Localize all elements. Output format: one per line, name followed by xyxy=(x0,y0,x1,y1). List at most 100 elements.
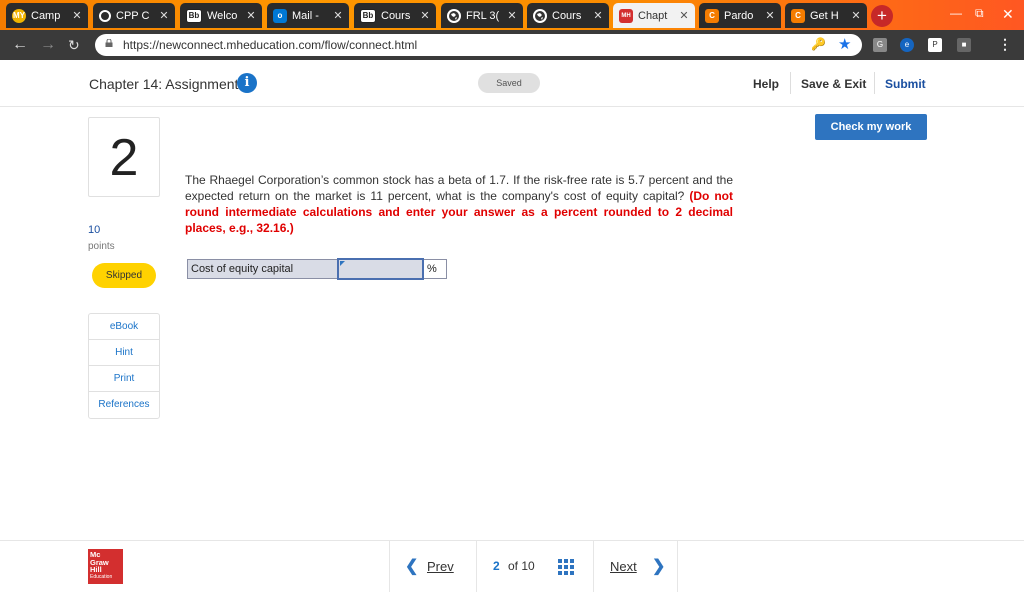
answer-row: Cost of equity capital % xyxy=(187,258,447,280)
divider xyxy=(389,541,390,592)
assignment-header: Chapter 14: Assignment i Saved Help Save… xyxy=(0,60,1024,107)
current-page: 2 xyxy=(493,559,500,573)
mycampus-icon: MY xyxy=(12,8,26,23)
submit-link[interactable]: Submit xyxy=(885,77,926,91)
help-link[interactable]: Help xyxy=(753,77,779,91)
question-grid-icon[interactable] xyxy=(558,559,574,575)
input-flag-icon xyxy=(340,261,345,266)
outlook-icon: o xyxy=(273,8,287,23)
browser-tab-course-2[interactable]: Cours ✕ xyxy=(527,3,609,28)
close-tab-icon[interactable]: ✕ xyxy=(679,9,689,22)
close-tab-icon[interactable]: ✕ xyxy=(246,9,256,22)
divider xyxy=(790,72,791,94)
extension-g-icon[interactable]: G xyxy=(873,38,887,52)
answer-unit: % xyxy=(423,259,447,279)
extension-shield-icon[interactable]: e xyxy=(900,38,914,52)
back-arrow-icon[interactable]: ← xyxy=(12,36,28,54)
assignment-title: Chapter 14: Assignment xyxy=(89,76,239,92)
chevron-right-icon[interactable]: ❯ xyxy=(652,556,665,576)
close-tab-icon[interactable]: ✕ xyxy=(507,9,517,22)
cost-of-equity-input[interactable] xyxy=(337,258,424,280)
globe-icon xyxy=(447,8,461,23)
extension-p-icon[interactable]: P xyxy=(928,38,942,52)
close-window-icon[interactable]: ✕ xyxy=(1002,6,1014,23)
tab-title: Get H xyxy=(810,9,839,22)
restore-icon[interactable]: ⧉ xyxy=(975,6,984,21)
resource-list: eBook Hint Print References xyxy=(88,313,160,419)
browser-tab-frl[interactable]: FRL 3( ✕ xyxy=(441,3,523,28)
next-button[interactable]: Next xyxy=(610,559,637,574)
page-total: of 10 xyxy=(508,559,535,573)
ebook-link[interactable]: eBook xyxy=(89,314,159,340)
logo-line: Education xyxy=(90,573,113,580)
question-body: The Rhaegel Corporation’s common stock h… xyxy=(185,173,733,203)
tab-title: Cours xyxy=(381,9,411,22)
close-tab-icon[interactable]: ✕ xyxy=(765,9,775,22)
tab-title: Camp xyxy=(31,9,61,22)
new-tab-button[interactable]: + xyxy=(871,5,893,27)
close-tab-icon[interactable]: ✕ xyxy=(851,9,861,22)
skipped-badge: Skipped xyxy=(92,263,156,288)
tab-title: FRL 3( xyxy=(466,9,500,22)
browser-menu-icon[interactable]: ⋮ xyxy=(998,36,1012,53)
mcgraw-hill-logo: Mc Graw Hill Education xyxy=(88,549,123,584)
browser-tab-mail[interactable]: o Mail - ✕ xyxy=(267,3,349,28)
info-icon[interactable]: i xyxy=(237,73,257,93)
close-tab-icon[interactable]: ✕ xyxy=(593,9,603,22)
browser-tab-chapter[interactable]: MH Chapt ✕ xyxy=(613,3,695,28)
tab-title: Mail - xyxy=(292,9,319,22)
blackboard-icon: Bb xyxy=(360,8,376,23)
url-text: https://newconnect.mheducation.com/flow/… xyxy=(123,38,418,52)
browser-tab-pardon[interactable]: C Pardo ✕ xyxy=(699,3,781,28)
hint-link[interactable]: Hint xyxy=(89,340,159,366)
references-link[interactable]: References xyxy=(89,392,159,418)
browser-tab-strip: MY Camp ✕ CPP C ✕ Bb Welco ✕ o Mail - ✕ … xyxy=(0,0,1024,30)
footer-nav: Mc Graw Hill Education ❮ Prev 2 of 10 Ne… xyxy=(0,540,1024,592)
browser-tab-get-help[interactable]: C Get H ✕ xyxy=(785,3,867,28)
browser-tab-camp[interactable]: MY Camp ✕ xyxy=(6,3,88,28)
check-my-work-button[interactable]: Check my work xyxy=(815,114,927,140)
minimize-icon[interactable]: — xyxy=(950,6,962,20)
tab-title: Pardo xyxy=(724,9,754,22)
logo-line: Hill xyxy=(90,565,102,574)
key-icon[interactable]: 🔑 xyxy=(811,37,826,51)
points-value: 10 xyxy=(88,224,101,236)
tab-title: Chapt xyxy=(638,9,668,22)
tab-title: Welco xyxy=(207,9,238,22)
browser-tab-welcome[interactable]: Bb Welco ✕ xyxy=(180,3,262,28)
saved-status-badge: Saved xyxy=(478,73,540,93)
question-text: The Rhaegel Corporation’s common stock h… xyxy=(185,172,733,236)
close-tab-icon[interactable]: ✕ xyxy=(420,9,430,22)
close-tab-icon[interactable]: ✕ xyxy=(333,9,343,22)
loading-circle-icon xyxy=(99,9,111,22)
browser-toolbar: ← → ↻ https://newconnect.mheducation.com… xyxy=(0,30,1024,60)
answer-label: Cost of equity capital xyxy=(187,259,338,279)
close-tab-icon[interactable]: ✕ xyxy=(72,9,82,22)
divider xyxy=(593,541,594,592)
blackboard-icon: Bb xyxy=(186,8,202,23)
tab-title: Cours xyxy=(552,9,582,22)
browser-tab-course-1[interactable]: Bb Cours ✕ xyxy=(354,3,436,28)
lock-icon xyxy=(105,39,113,47)
prev-button[interactable]: Prev xyxy=(427,559,454,574)
extension-flag-icon[interactable]: ■ xyxy=(957,38,971,52)
chegg-icon: C xyxy=(791,8,805,23)
divider xyxy=(476,541,477,592)
tab-title: CPP C xyxy=(116,9,150,22)
browser-tab-cpp[interactable]: CPP C ✕ xyxy=(93,3,175,28)
chevron-left-icon[interactable]: ❮ xyxy=(405,556,418,576)
bookmark-star-icon[interactable]: ★ xyxy=(838,35,851,53)
chegg-icon: C xyxy=(705,8,719,23)
mcgraw-hill-icon: MH xyxy=(619,8,633,23)
close-tab-icon[interactable]: ✕ xyxy=(159,9,169,22)
points-label: points xyxy=(88,241,115,252)
divider xyxy=(874,72,875,94)
question-number: 2 xyxy=(88,117,160,197)
globe-icon xyxy=(533,8,547,23)
address-bar[interactable]: https://newconnect.mheducation.com/flow/… xyxy=(95,34,862,56)
print-link[interactable]: Print xyxy=(89,366,159,392)
reload-icon[interactable]: ↻ xyxy=(68,36,80,54)
save-exit-link[interactable]: Save & Exit xyxy=(801,77,866,91)
forward-arrow-icon[interactable]: → xyxy=(40,36,56,54)
divider xyxy=(677,541,678,592)
